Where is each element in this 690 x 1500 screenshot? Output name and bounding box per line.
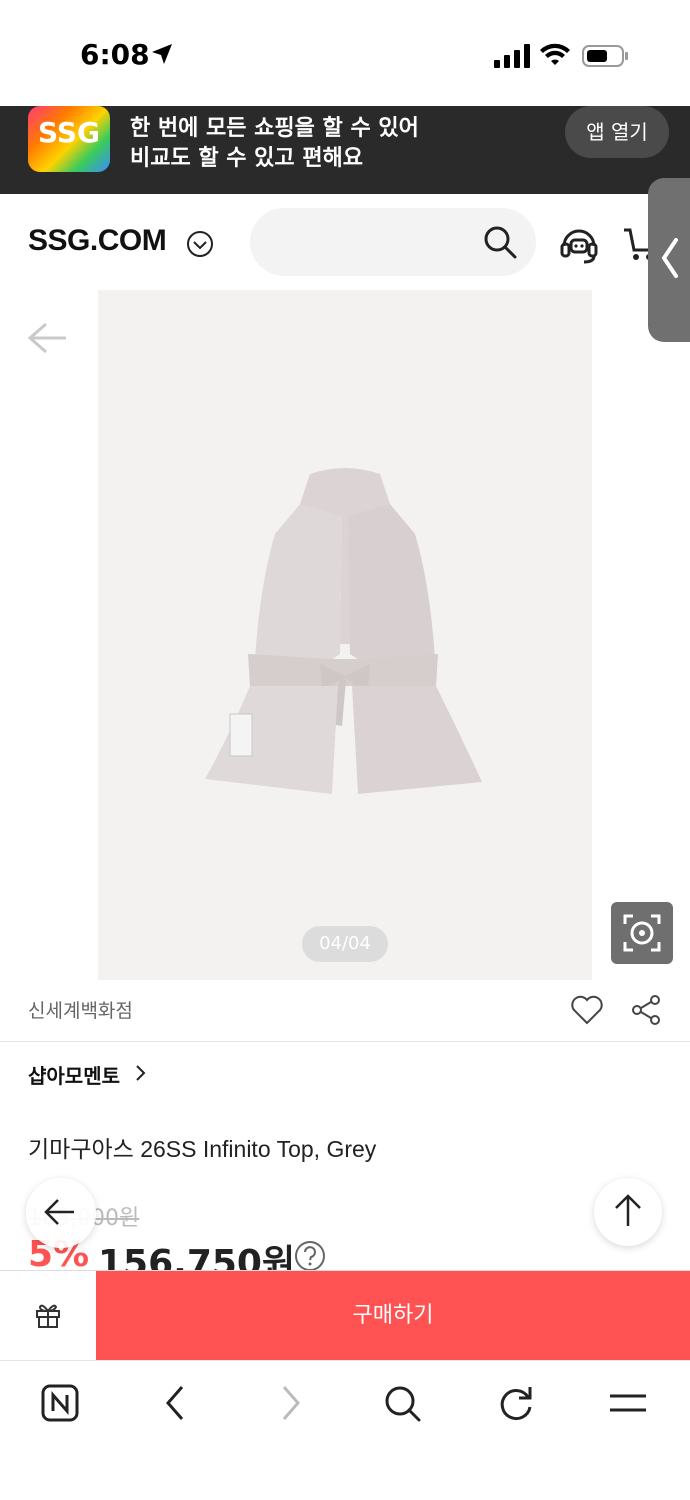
status-bar: 6:08 [0, 0, 690, 106]
browser-toolbar [0, 1360, 690, 1500]
gallery-prev-arrow-icon[interactable] [26, 320, 68, 356]
naver-home-icon[interactable] [40, 1383, 80, 1423]
gift-button[interactable] [0, 1271, 96, 1360]
gallery-page-counter: 04/04 [302, 926, 388, 962]
image-search-button[interactable] [611, 902, 673, 964]
buy-button[interactable]: 구매하기 [96, 1271, 690, 1360]
status-time: 6:08 [80, 38, 150, 71]
browser-back-icon[interactable] [156, 1383, 196, 1423]
scroll-to-top-button[interactable] [594, 1178, 662, 1246]
camera-lens-icon [623, 914, 661, 952]
search-input[interactable] [250, 208, 536, 276]
open-app-button[interactable]: 앱 열기 [565, 106, 669, 158]
banner-line-1: 한 번에 모든 쇼핑을 할 수 있어 [130, 116, 419, 141]
seller-link[interactable]: 샵아모멘토 [28, 1060, 120, 1089]
menu-icon[interactable] [608, 1383, 648, 1423]
location-arrow-icon [152, 44, 172, 64]
help-icon[interactable] [294, 1240, 326, 1272]
arrow-left-icon [44, 1199, 74, 1225]
cellular-signal-icon [494, 44, 530, 68]
search-icon[interactable] [482, 224, 518, 260]
side-drawer-tab[interactable] [648, 178, 690, 342]
store-row: 신세계백화점 [0, 980, 690, 1042]
banner-line-2: 비교도 할 수 있고 편해요 [130, 146, 364, 171]
wifi-icon [540, 43, 570, 65]
chevron-down-circle-icon[interactable] [186, 230, 214, 258]
purchase-bar: 구매하기 [0, 1270, 690, 1360]
refresh-icon[interactable] [496, 1383, 536, 1423]
browser-forward-icon[interactable] [270, 1383, 310, 1423]
floating-back-button[interactable] [26, 1178, 96, 1248]
chevron-right-icon[interactable] [132, 1064, 148, 1082]
store-name[interactable]: 신세계백화점 [28, 996, 133, 1023]
gift-icon [36, 1304, 60, 1328]
arrow-up-icon [615, 1194, 641, 1226]
garment-illustration [205, 468, 482, 794]
ssg-app-logo: SSG [28, 106, 110, 172]
browser-search-icon[interactable] [382, 1383, 422, 1423]
chevron-left-icon [661, 238, 678, 278]
brand-logo[interactable]: SSG.COM [28, 224, 167, 258]
customer-service-icon[interactable] [558, 224, 600, 266]
site-header: SSG.COM [0, 194, 690, 290]
heart-icon[interactable] [570, 994, 604, 1026]
app-install-banner: SSG 한 번에 모든 쇼핑을 할 수 있어 비교도 할 수 있고 편해요 앱 … [0, 106, 690, 194]
banner-message: 한 번에 모든 쇼핑을 할 수 있어 비교도 할 수 있고 편해요 [130, 114, 419, 174]
share-icon[interactable] [630, 994, 662, 1026]
battery-icon [582, 45, 628, 67]
product-title: 기마구아스 26SS Infinito Top, Grey [28, 1136, 377, 1162]
